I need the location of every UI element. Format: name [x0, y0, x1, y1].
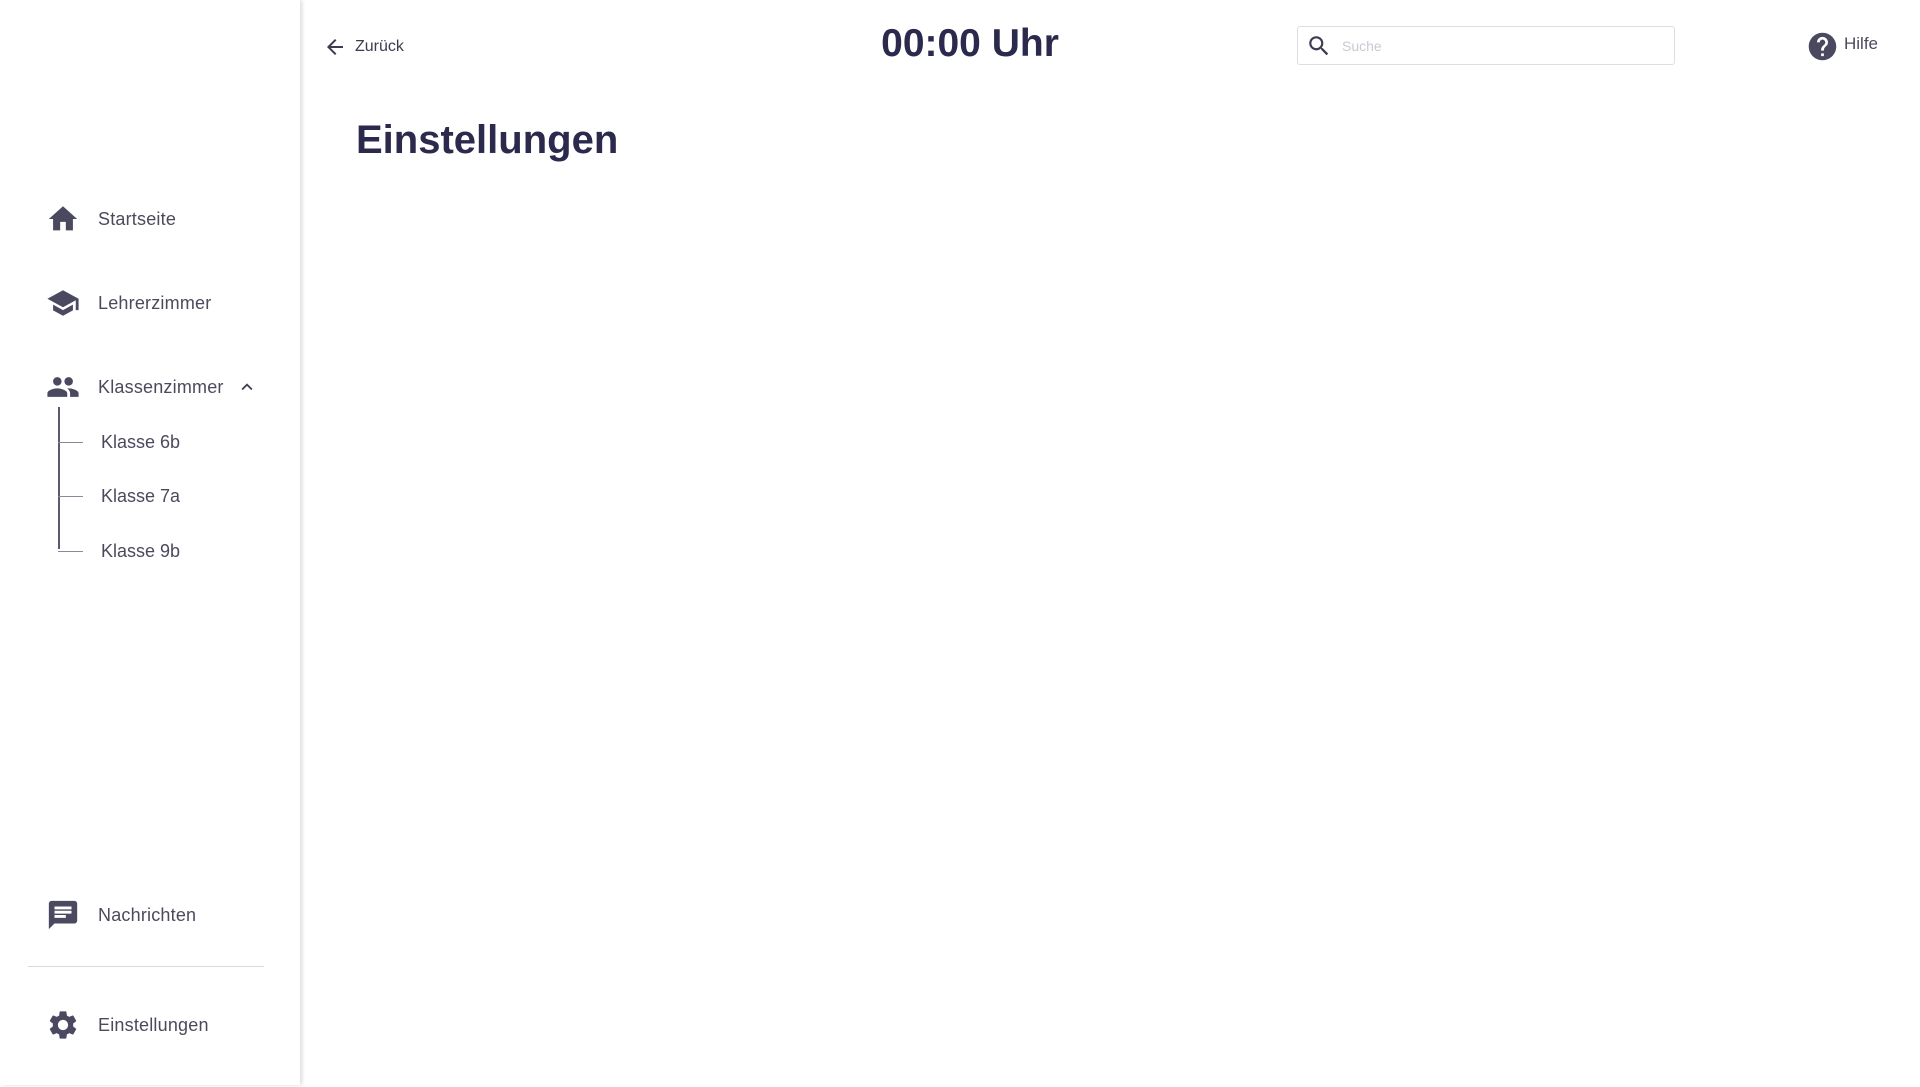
- back-button[interactable]: Zurück: [323, 33, 404, 61]
- sidebar-subitem-klasse-7a[interactable]: Klasse 7a: [58, 481, 180, 511]
- sidebar-item-label: Startseite: [98, 208, 177, 229]
- sidebar-subitem-label: Klasse 7a: [101, 485, 181, 506]
- search-box[interactable]: [1297, 26, 1675, 65]
- sidebar-item-einstellungen[interactable]: Einstellungen: [45, 1005, 209, 1045]
- arrow-left-icon: [327, 39, 343, 55]
- gear-icon: [45, 1007, 81, 1043]
- chevron-up-icon[interactable]: [236, 376, 258, 398]
- sidebar-item-lehrerzimmer[interactable]: Lehrerzimmer: [45, 283, 211, 323]
- tree-branch: [58, 550, 83, 552]
- sidebar-item-klassenzimmer[interactable]: Klassenzimmer: [45, 367, 258, 407]
- help-icon: [1808, 32, 1837, 60]
- sidebar-item-nachrichten[interactable]: Nachrichten: [45, 895, 196, 935]
- sidebar-divider: [28, 966, 264, 967]
- school-icon: [45, 285, 81, 321]
- sidebar: Startseite Lehrerzimmer Klassenzimmer Kl…: [0, 0, 300, 1085]
- people-icon: [45, 369, 81, 405]
- sidebar-item-startseite[interactable]: Startseite: [45, 199, 176, 239]
- search-icon: [1306, 33, 1332, 59]
- page-title: Einstellungen: [356, 118, 619, 162]
- sidebar-item-label: Lehrerzimmer: [98, 292, 212, 313]
- clock: 00:00 Uhr: [881, 22, 1059, 65]
- sidebar-item-label: Einstellungen: [98, 1014, 209, 1035]
- sidebar-item-label: Nachrichten: [98, 904, 197, 925]
- message-icon: [45, 897, 81, 933]
- sidebar-subitem-label: Klasse 6b: [101, 431, 181, 452]
- app: Startseite Lehrerzimmer Klassenzimmer Kl…: [0, 0, 1920, 1087]
- sidebar-subitem-label: Klasse 9b: [101, 540, 181, 561]
- sidebar-item-label: Klassenzimmer: [98, 376, 224, 397]
- tree-branch: [58, 441, 83, 443]
- help-button[interactable]: Hilfe: [1806, 29, 1878, 63]
- sidebar-subitem-klasse-9b[interactable]: Klasse 9b: [58, 536, 180, 566]
- search-input[interactable]: [1340, 36, 1664, 55]
- back-button-label: Zurück: [355, 38, 404, 55]
- sidebar-subitem-klasse-6b[interactable]: Klasse 6b: [58, 427, 180, 457]
- help-label: Hilfe: [1844, 34, 1879, 53]
- tree-branch: [58, 495, 83, 497]
- home-icon: [45, 201, 81, 237]
